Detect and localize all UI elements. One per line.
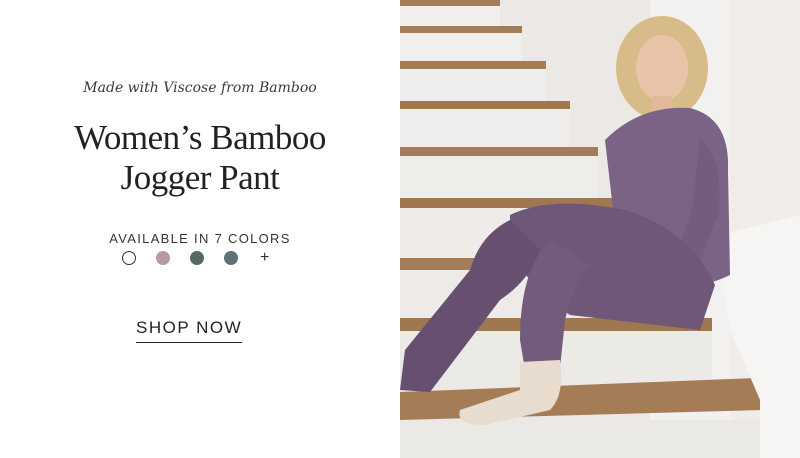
product-photo[interactable] xyxy=(400,0,800,458)
color-swatch-white[interactable] xyxy=(122,251,136,265)
color-swatch-slate[interactable] xyxy=(224,251,238,265)
product-title-line2: Jogger Pant xyxy=(120,158,280,197)
color-swatch-green[interactable] xyxy=(190,251,204,265)
shop-now-link[interactable]: SHOP NOW xyxy=(136,318,243,343)
promo-text-panel: Made with Viscose from Bamboo Women’s Ba… xyxy=(0,0,400,458)
promo-tagline: Made with Viscose from Bamboo xyxy=(83,80,317,96)
availability-text: AVAILABLE IN 7 COLORS xyxy=(109,231,291,246)
stairs-photo-illustration xyxy=(400,0,800,458)
product-title: Women’s Bamboo Jogger Pant xyxy=(0,118,400,198)
product-title-line1: Women’s Bamboo xyxy=(74,118,326,157)
more-colors-icon[interactable]: + xyxy=(260,250,269,266)
color-swatches: + xyxy=(122,250,269,266)
promo-banner: Made with Viscose from Bamboo Women’s Ba… xyxy=(0,0,800,458)
color-swatch-mauve[interactable] xyxy=(156,251,170,265)
